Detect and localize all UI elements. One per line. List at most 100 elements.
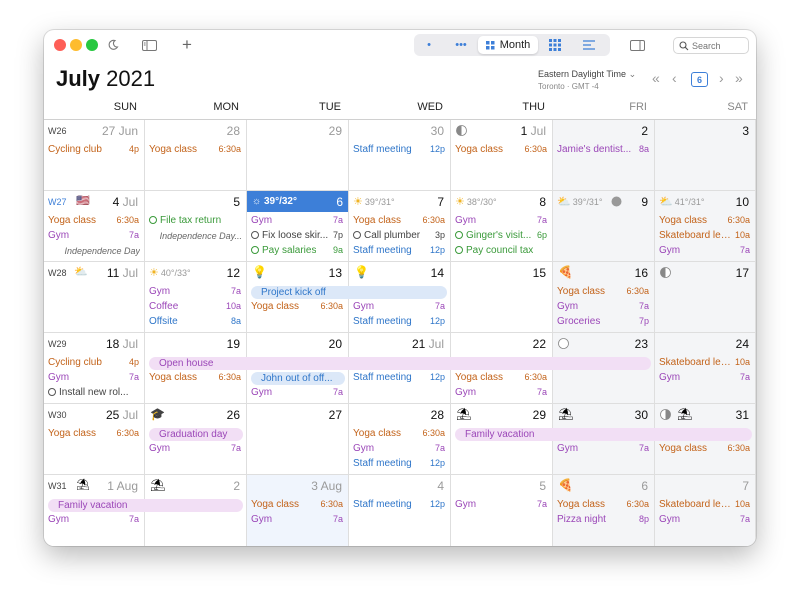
day-cell[interactable]: 3 Aug Yoga class 6:30a Gym 7a [247,475,349,546]
day-cell[interactable]: 29 [247,120,349,191]
sidebar-toggle-icon[interactable] [140,36,158,54]
day-cell[interactable]: 27 [247,404,349,475]
event-item[interactable]: Gym 7a [353,301,445,312]
day-cell[interactable]: 5 File tax return Independence Day... [145,191,247,262]
recurring-task-icon[interactable] [455,246,463,254]
inspector-panel-icon[interactable] [628,36,646,54]
day-cell[interactable]: 15 [451,262,553,333]
event-item[interactable]: Staff meeting 12p [353,372,445,383]
task-checkbox-icon[interactable] [48,388,56,396]
day-cell[interactable]: 24 Skateboard les... 10a Gym 7a [655,333,756,404]
day-cell[interactable]: 17 [655,262,756,333]
close-window-button[interactable] [54,39,66,51]
recurring-task-icon[interactable] [149,216,157,224]
event-item[interactable]: Yoga class 6:30a [455,144,547,155]
all-day-event[interactable]: Family vacation [48,499,243,512]
reminder-item[interactable]: File tax return [149,215,241,226]
all-day-event[interactable]: Project kick off [251,286,447,299]
day-cell[interactable]: 25 Jul W30 Yoga class 6:30a [44,404,145,475]
event-item[interactable]: Gym 7a [659,514,750,525]
event-item[interactable]: Yoga class 6:30a [251,499,343,510]
event-item[interactable]: Skateboard les... 10a [659,230,750,241]
view-year-button[interactable] [538,36,572,54]
event-item[interactable]: Yoga class 6:30a [659,215,750,226]
day-cell[interactable]: 8 ☀ 38°/30° Gym 7a Ginger's visit... 6p Pay cou… [451,191,553,262]
day-cell[interactable]: 27 Jun W26 Cycling club 4p [44,120,145,191]
day-cell[interactable]: 1 Jul Yoga class 6:30a [451,120,553,191]
timezone-selector[interactable]: Eastern Daylight Time ⌄ [538,69,636,80]
reminder-item[interactable]: Fix loose skir... 7p [251,230,343,241]
zoom-window-button[interactable] [86,39,98,51]
day-cell[interactable]: 5 Gym 7a [451,475,553,546]
task-checkbox-icon[interactable] [353,231,361,239]
reminder-item[interactable]: Call plumber 3p [353,230,445,241]
day-cell[interactable]: 4 Jul W27 🇺🇸 Yoga class 6:30a Gym 7a Independen… [44,191,145,262]
day-cell[interactable]: 28 Yoga class 6:30a Gym 7a Staff meeting 12p [349,404,451,475]
all-day-event[interactable]: Open house [149,357,651,370]
day-cell[interactable]: 12 ☀ 40°/33° Gym 7a Coffee 10a Offsite 8a [145,262,247,333]
event-item[interactable]: Yoga class 6:30a [149,372,241,383]
day-cell[interactable]: 7 ☀ 39°/31° Yoga class 6:30a Call plumber 3p St… [349,191,451,262]
previous-year-button[interactable]: « [652,70,660,86]
event-item[interactable]: Yoga class 6:30a [48,428,139,439]
all-day-event[interactable]: John out of off... [251,372,345,385]
event-item[interactable]: Yoga class 6:30a [455,372,547,383]
event-item[interactable]: Staff meeting 12p [353,499,445,510]
event-item[interactable]: Yoga class 6:30a [557,499,649,510]
event-item[interactable]: Offsite 8a [149,316,241,327]
search-input[interactable] [692,40,748,51]
day-cell[interactable]: 4 Staff meeting 12p [349,475,451,546]
event-item[interactable]: Skateboard les... 10a [659,499,750,510]
today-button[interactable]: 6 [691,72,708,87]
previous-month-button[interactable]: ‹ [672,70,677,86]
day-cell[interactable]: 3 [655,120,756,191]
event-item[interactable]: Cycling club 4p [48,144,139,155]
recurring-task-icon[interactable] [455,231,463,239]
reminder-item[interactable]: Pay salaries 9a [251,245,343,256]
event-item[interactable]: Staff meeting 12p [353,144,445,155]
event-item[interactable]: Staff meeting 12p [353,245,445,256]
event-item[interactable]: Gym 7a [149,286,241,297]
event-item[interactable]: Skateboard les... 10a [659,357,750,368]
minimize-window-button[interactable] [70,39,82,51]
event-item[interactable]: Yoga class 6:30a [48,215,139,226]
day-cell[interactable]: 16 🍕 Yoga class 6:30a Gym 7a Groceries 7p [553,262,655,333]
event-item[interactable]: Pizza night 8p [557,514,649,525]
reminder-item[interactable]: Install new rol... [48,387,139,398]
search-field[interactable] [673,37,749,54]
all-day-event[interactable]: Family vacation [455,428,752,441]
event-item[interactable]: Gym 7a [455,499,547,510]
view-day-button[interactable]: • [414,36,444,54]
day-cell[interactable]: 10 ⛅ 41°/31° Yoga class 6:30a Skateboard les.… [655,191,756,262]
dark-mode-moon-icon[interactable] [104,36,122,54]
event-item[interactable]: Gym 7a [455,387,547,398]
event-item[interactable]: Yoga class 6:30a [149,144,241,155]
event-item[interactable]: Cycling club 4p [48,357,139,368]
view-week-button[interactable]: ••• [444,36,478,54]
all-day-event[interactable]: Graduation day [149,428,243,441]
reminder-item[interactable]: Ginger's visit... 6p [455,230,547,241]
event-item[interactable]: Yoga class 6:30a [353,215,445,226]
day-cell[interactable]: ☼ 39°/32° 6 Gym 7a Fix loose skir... 7p Pay sa… [247,191,349,262]
event-item[interactable]: Gym 7a [251,215,343,226]
event-item[interactable]: Gym 7a [251,387,343,398]
event-item[interactable]: Gym 7a [659,372,750,383]
event-item[interactable]: Gym 7a [48,514,139,525]
view-list-button[interactable] [572,36,606,54]
reminder-item[interactable]: Pay council tax [455,245,547,256]
day-cell[interactable]: 11 Jul W28 ⛅ [44,262,145,333]
day-cell[interactable]: 6 🍕 Yoga class 6:30a Pizza night 8p [553,475,655,546]
day-cell[interactable]: 18 Jul W29 Cycling club 4p Gym 7a Install new … [44,333,145,404]
event-item[interactable]: Gym 7a [659,245,750,256]
event-item[interactable]: Yoga class 6:30a [659,443,750,454]
event-item[interactable]: Gym 7a [48,230,139,241]
view-month-button[interactable]: Month [478,36,538,54]
event-item[interactable]: Gym 7a [251,514,343,525]
task-checkbox-icon[interactable] [251,231,259,239]
next-month-button[interactable]: › [719,70,724,86]
event-item[interactable]: Yoga class 6:30a [353,428,445,439]
event-item[interactable]: Staff meeting 12p [353,316,445,327]
event-item[interactable]: Gym 7a [353,443,445,454]
event-item[interactable]: Gym 7a [48,372,139,383]
day-cell[interactable]: 2 Jamie's dentist... 8a [553,120,655,191]
